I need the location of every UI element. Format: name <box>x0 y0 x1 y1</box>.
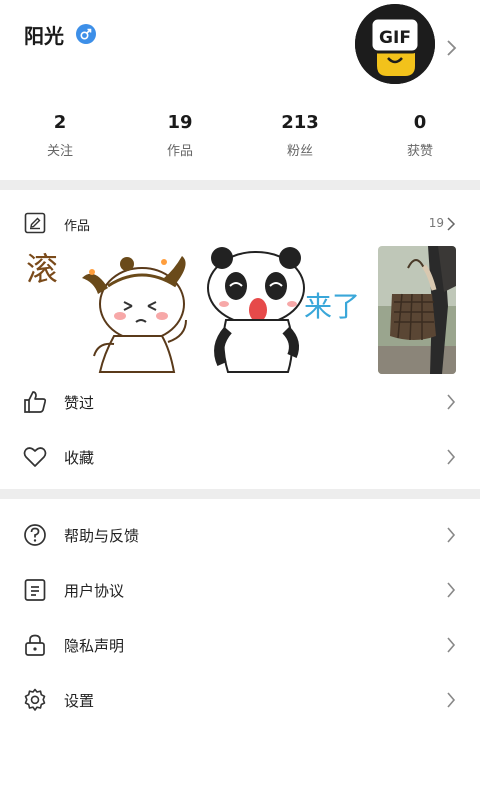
stat-fans[interactable]: 213 粉丝 <box>240 110 360 170</box>
stat-likes[interactable]: 0 获赞 <box>360 110 480 170</box>
stat-label: 关注 <box>46 144 73 159</box>
stat-value: 0 <box>413 112 427 133</box>
chevron-right-icon <box>447 527 456 543</box>
work-thumbnail[interactable]: 滚 <box>24 246 194 374</box>
work-thumbnail[interactable] <box>378 246 456 374</box>
edit-icon <box>24 212 46 234</box>
sticker-caption: 滚 <box>26 250 58 288</box>
chevron-right-icon <box>447 692 456 708</box>
menu-label: 赞过 <box>64 394 95 412</box>
stat-label: 作品 <box>166 144 193 159</box>
avatar[interactable]: GIF <box>355 4 435 84</box>
panda-sticker-icon: 来了 <box>207 247 360 373</box>
menu-item-help[interactable]: 帮助与反馈 <box>0 509 480 559</box>
stat-label: 粉丝 <box>286 144 313 159</box>
works-header[interactable]: 作品 19 <box>0 208 480 240</box>
chevron-right-icon <box>447 40 457 56</box>
lock-icon <box>25 634 45 656</box>
menu-item-privacy[interactable]: 隐私声明 <box>0 619 480 669</box>
thumbs-up-icon <box>24 391 47 413</box>
profile-header[interactable]: 阳光 GIF <box>0 0 480 100</box>
menu-item-settings[interactable]: 设置 <box>0 674 480 724</box>
avatar-gif-text: GIF <box>379 28 411 48</box>
handbag-photo-icon <box>378 246 456 374</box>
menu-label: 用户协议 <box>64 582 125 600</box>
heart-icon <box>23 447 47 467</box>
stat-value: 213 <box>281 112 319 133</box>
gear-icon <box>24 688 46 711</box>
menu-label: 设置 <box>64 692 95 710</box>
works-count: 19 <box>428 216 444 230</box>
menu-item-user-agreement[interactable]: 用户协议 <box>0 564 480 614</box>
male-icon <box>76 24 96 44</box>
stat-works[interactable]: 19 作品 <box>120 110 240 170</box>
section-divider <box>0 489 480 499</box>
stat-following[interactable]: 2 关注 <box>0 110 120 170</box>
menu-item-favorites[interactable]: 收藏 <box>0 431 480 481</box>
username: 阳光 <box>24 24 64 48</box>
chevron-right-icon <box>447 582 456 598</box>
chevron-right-icon <box>447 217 456 231</box>
stat-value: 2 <box>53 112 67 133</box>
girl-sticker-icon: 滚 <box>26 250 187 373</box>
stats-row: 2 关注 19 作品 213 粉丝 0 获赞 <box>0 110 480 170</box>
section-divider <box>0 180 480 190</box>
works-thumbnails: 滚 来了 <box>24 246 456 374</box>
chevron-right-icon <box>447 394 456 410</box>
works-title: 作品 <box>64 219 91 234</box>
help-icon <box>24 524 46 546</box>
menu-label: 帮助与反馈 <box>64 527 140 545</box>
chevron-right-icon <box>447 449 456 465</box>
menu-label: 隐私声明 <box>64 637 125 655</box>
document-icon <box>24 579 46 601</box>
work-thumbnail[interactable]: 来了 <box>200 246 370 374</box>
stat-label: 获赞 <box>406 144 433 159</box>
sticker-caption: 来了 <box>304 290 360 323</box>
chevron-right-icon <box>447 637 456 653</box>
menu-label: 收藏 <box>64 449 95 467</box>
menu-item-liked[interactable]: 赞过 <box>0 376 480 426</box>
stat-value: 19 <box>167 112 193 133</box>
